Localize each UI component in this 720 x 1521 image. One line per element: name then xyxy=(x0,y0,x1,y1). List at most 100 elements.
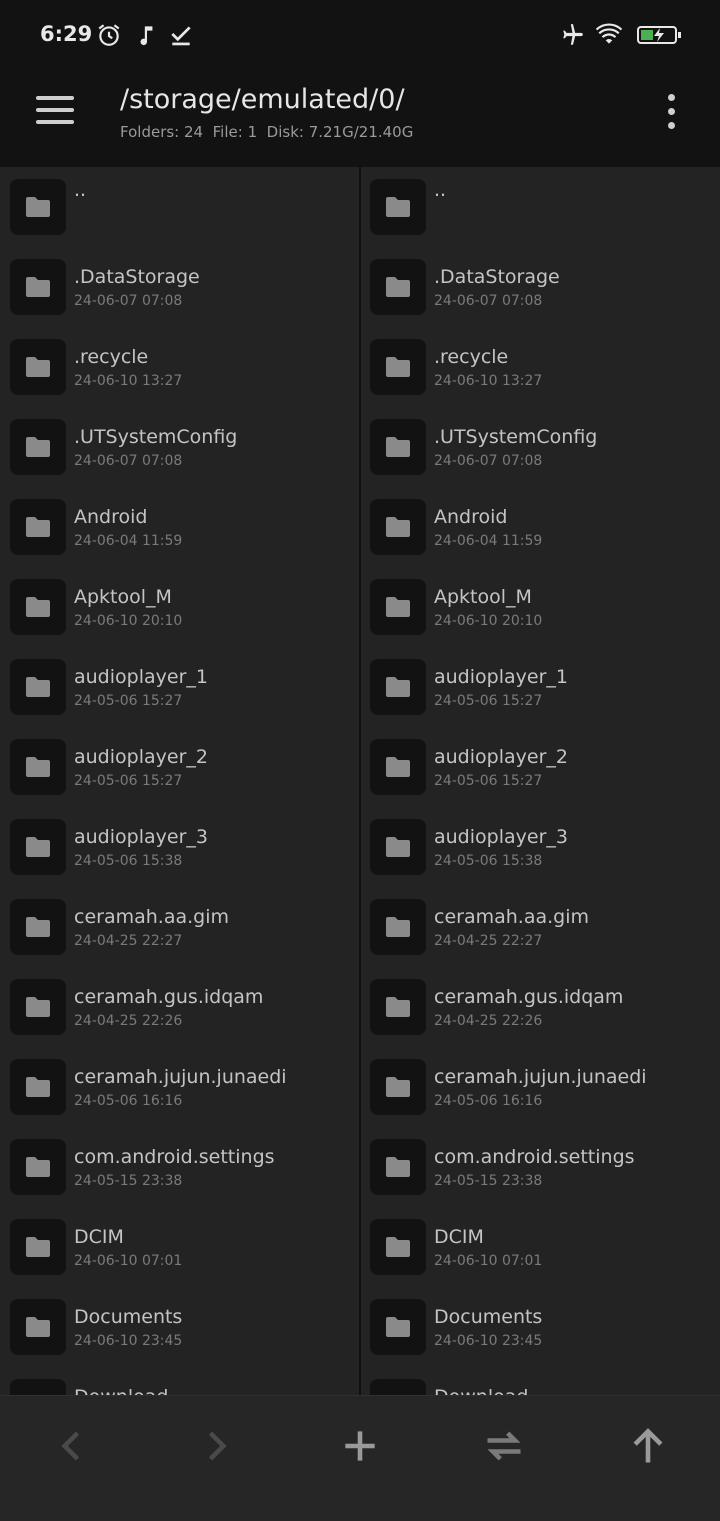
hamburger-menu-icon[interactable] xyxy=(36,94,76,128)
file-row[interactable]: Documents 24-06-10 23:45 xyxy=(0,1287,359,1367)
file-row[interactable]: audioplayer_2 24-05-06 15:27 xyxy=(0,727,359,807)
folder-icon xyxy=(386,517,410,537)
file-name: ceramah.jujun.junaedi xyxy=(74,1066,287,1088)
file-date: 24-06-07 07:08 xyxy=(434,293,543,309)
right-file-pane[interactable]: .. .DataStorage 24-06-07 07:08 .recycle 24-0… xyxy=(361,167,720,1395)
folder-icon-box xyxy=(10,179,66,235)
folder-icon-box xyxy=(10,1299,66,1355)
file-row[interactable]: .DataStorage 24-06-07 07:08 xyxy=(0,247,359,327)
folder-icon-box xyxy=(370,979,426,1035)
file-name: .DataStorage xyxy=(74,266,200,288)
file-name: audioplayer_3 xyxy=(434,826,568,848)
file-row[interactable]: ceramah.gus.idqam 24-04-25 22:26 xyxy=(361,967,720,1047)
file-row[interactable]: Android 24-06-04 11:59 xyxy=(0,487,359,567)
folder-icon-box xyxy=(370,419,426,475)
status-time: 6:29 xyxy=(40,22,93,46)
file-row[interactable]: audioplayer_3 24-05-06 15:38 xyxy=(0,807,359,887)
more-vert-icon[interactable] xyxy=(660,92,684,132)
left-file-pane[interactable]: .. .DataStorage 24-06-07 07:08 .recycle 24-0… xyxy=(0,167,359,1395)
file-row[interactable]: .recycle 24-06-10 13:27 xyxy=(361,327,720,407)
file-date: 24-04-25 22:27 xyxy=(434,933,543,949)
file-row[interactable]: audioplayer_3 24-05-06 15:38 xyxy=(361,807,720,887)
folder-icon xyxy=(26,1237,50,1257)
folder-icon xyxy=(26,757,50,777)
file-row[interactable]: DCIM 24-06-10 07:01 xyxy=(0,1207,359,1287)
file-date: 24-06-10 20:10 xyxy=(74,613,183,629)
folder-icon-box xyxy=(370,339,426,395)
file-date: 24-04-25 22:26 xyxy=(74,1013,183,1029)
folder-icon-box xyxy=(10,659,66,715)
file-row[interactable]: .UTSystemConfig 24-06-07 07:08 xyxy=(361,407,720,487)
folder-icon-box xyxy=(10,259,66,315)
file-row[interactable]: DCIM 24-06-10 07:01 xyxy=(361,1207,720,1287)
file-date: 24-05-06 15:27 xyxy=(74,693,183,709)
file-date: 24-04-25 22:26 xyxy=(434,1013,543,1029)
add-icon[interactable] xyxy=(338,1424,382,1468)
file-row[interactable]: audioplayer_1 24-05-06 15:27 xyxy=(361,647,720,727)
file-name: Apktool_M xyxy=(74,586,172,608)
folder-icon-box xyxy=(10,579,66,635)
file-date: 24-05-06 15:27 xyxy=(434,773,543,789)
file-name: Download xyxy=(434,1386,528,1395)
file-date: 24-06-07 07:08 xyxy=(74,453,183,469)
battery-charging-icon xyxy=(637,26,681,44)
file-row[interactable]: com.android.settings 24-05-15 23:38 xyxy=(361,1127,720,1207)
file-row[interactable]: ceramah.aa.gim 24-04-25 22:27 xyxy=(0,887,359,967)
file-date: 24-05-06 15:38 xyxy=(74,853,183,869)
parent-directory-row[interactable]: .. xyxy=(361,167,720,247)
file-name: audioplayer_1 xyxy=(434,666,568,688)
folder-icon xyxy=(26,837,50,857)
folder-icon-box xyxy=(10,979,66,1035)
folder-icon xyxy=(386,277,410,297)
folder-icon xyxy=(26,517,50,537)
folder-icon-box xyxy=(370,899,426,955)
file-name: DCIM xyxy=(74,1226,124,1248)
file-row[interactable]: .DataStorage 24-06-07 07:08 xyxy=(361,247,720,327)
file-row[interactable]: com.android.settings 24-05-15 23:38 xyxy=(0,1127,359,1207)
folder-icon xyxy=(386,1317,410,1337)
folder-icon-box xyxy=(10,1139,66,1195)
file-row[interactable]: Documents 24-06-10 23:45 xyxy=(361,1287,720,1367)
folder-icon-box xyxy=(370,659,426,715)
folder-icon xyxy=(386,837,410,857)
file-row[interactable]: Download xyxy=(361,1367,720,1395)
folder-icon-box xyxy=(370,1139,426,1195)
folder-icon xyxy=(26,1317,50,1337)
file-row[interactable]: Apktool_M 24-06-10 20:10 xyxy=(0,567,359,647)
file-row[interactable]: .recycle 24-06-10 13:27 xyxy=(0,327,359,407)
file-row[interactable]: ceramah.jujun.junaedi 24-05-06 16:16 xyxy=(0,1047,359,1127)
parent-directory-row[interactable]: .. xyxy=(0,167,359,247)
file-row[interactable]: ceramah.gus.idqam 24-04-25 22:26 xyxy=(0,967,359,1047)
file-name: Android xyxy=(434,506,508,528)
airplane-icon xyxy=(563,24,583,45)
file-name: .. xyxy=(74,179,87,201)
file-date: 24-05-06 16:16 xyxy=(74,1093,183,1109)
folder-icon xyxy=(26,997,50,1017)
file-row[interactable]: .UTSystemConfig 24-06-07 07:08 xyxy=(0,407,359,487)
folder-icon xyxy=(386,197,410,217)
folder-icon xyxy=(386,677,410,697)
file-row[interactable]: Apktool_M 24-06-10 20:10 xyxy=(361,567,720,647)
folder-icon xyxy=(386,997,410,1017)
file-name: ceramah.gus.idqam xyxy=(434,986,624,1008)
up-arrow-icon[interactable] xyxy=(626,1424,670,1468)
file-name: ceramah.aa.gim xyxy=(434,906,589,928)
alarm-icon xyxy=(98,24,120,46)
back-arrow-icon[interactable] xyxy=(50,1424,94,1468)
file-name: Documents xyxy=(74,1306,183,1328)
file-row[interactable]: ceramah.jujun.junaedi 24-05-06 16:16 xyxy=(361,1047,720,1127)
file-name: .DataStorage xyxy=(434,266,560,288)
file-date: 24-06-10 20:10 xyxy=(434,613,543,629)
file-name: audioplayer_2 xyxy=(74,746,208,768)
file-row[interactable]: Download xyxy=(0,1367,359,1395)
forward-arrow-icon[interactable] xyxy=(194,1424,238,1468)
folder-count: Folders: 24 xyxy=(120,123,204,141)
folder-icon xyxy=(26,437,50,457)
file-row[interactable]: audioplayer_2 24-05-06 15:27 xyxy=(361,727,720,807)
folder-icon-box xyxy=(10,739,66,795)
folder-icon xyxy=(26,677,50,697)
file-row[interactable]: ceramah.aa.gim 24-04-25 22:27 xyxy=(361,887,720,967)
file-row[interactable]: audioplayer_1 24-05-06 15:27 xyxy=(0,647,359,727)
file-row[interactable]: Android 24-06-04 11:59 xyxy=(361,487,720,567)
swap-icon[interactable] xyxy=(482,1424,526,1468)
